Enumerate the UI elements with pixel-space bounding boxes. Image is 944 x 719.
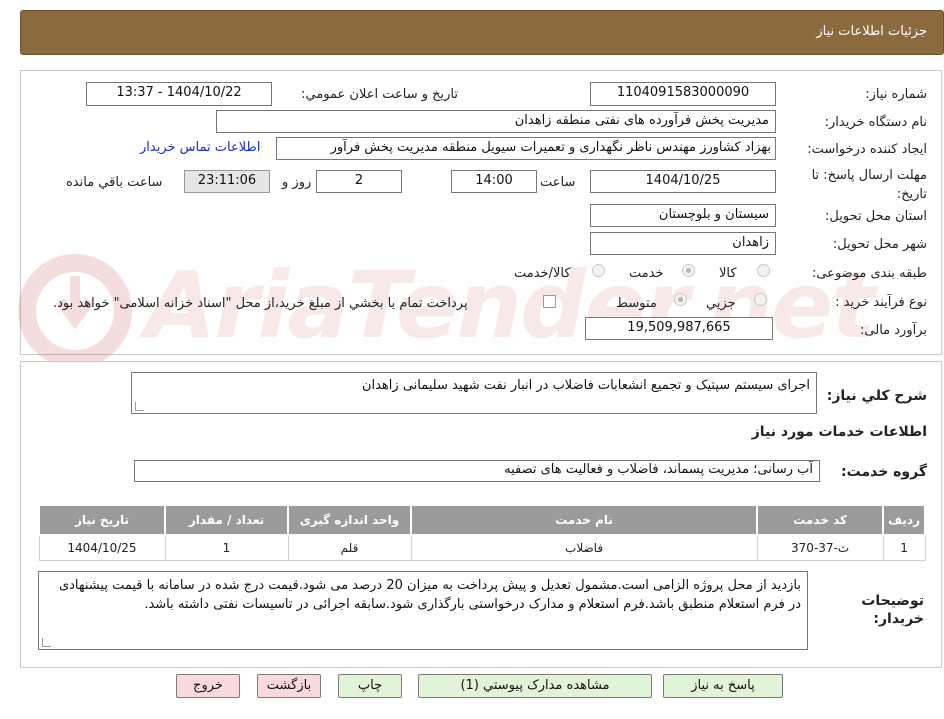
city-label: شهر محل تحويل: <box>832 237 927 252</box>
summary-text: اجرای سیستم سپتیک و تجمیع انشعابات فاضلا… <box>361 378 810 393</box>
need-number-label: شماره نیاز: <box>865 87 927 102</box>
services-section-title: اطلاعات خدمات مورد نياز <box>751 424 927 440</box>
budget-label: برآورد مالی: <box>860 323 927 338</box>
process-radio-medium[interactable] <box>674 293 687 306</box>
col-row-header: رديف <box>882 504 926 536</box>
time-remaining-field: 23:11:06 <box>184 170 270 193</box>
page-header: جزئیات اطلاعات نیاز <box>20 10 944 55</box>
buyer-org-field: مديريت پخش فرآورده هاى نفتى منطقه زاهدان <box>216 110 776 133</box>
city-field: زاهدان <box>590 232 776 255</box>
services-table: رديف کد خدمت نام خدمت واحد اندازه گيری ت… <box>38 504 926 561</box>
deadline-time-label: ساعت <box>540 175 576 190</box>
cell-name: فاضلاب <box>410 534 758 561</box>
category-radio-service[interactable] <box>682 264 695 277</box>
category-option-goods-service: کالا/خدمت <box>514 266 571 281</box>
category-label: طبقه بندی موضوعی: <box>811 266 927 281</box>
col-unit-header: واحد اندازه گيری <box>287 504 412 536</box>
col-code-header: کد خدمت <box>756 504 885 536</box>
deadline-time-field: 14:00 <box>451 170 537 193</box>
time-remaining-label: ساعت باقي مانده <box>66 175 163 190</box>
service-group-label: گروه خدمت: <box>841 464 927 480</box>
category-radio-goods[interactable] <box>757 264 770 277</box>
payment-note: پرداخت تمام يا بخشي از مبلغ خريد،از محل … <box>53 296 468 311</box>
summary-label: شرح کلي نياز: <box>826 388 927 404</box>
buyer-org-label: نام دستگاه خريدار: <box>824 115 927 130</box>
announce-field: 1404/10/22 - 13:37 <box>86 82 272 106</box>
category-radio-goods-service[interactable] <box>592 264 605 277</box>
buyer-contact-link[interactable]: اطلاعات تماس خريدار <box>140 140 260 155</box>
process-option-minor: جزيي <box>706 296 736 311</box>
exit-button[interactable]: خروج <box>176 674 240 698</box>
cell-unit: قلم <box>287 534 412 561</box>
province-field: سیستان و بلوچستان <box>590 204 776 227</box>
days-remaining-field: 2 <box>316 170 402 193</box>
category-option-service: خدمت <box>629 266 664 281</box>
process-radio-minor[interactable] <box>754 293 767 306</box>
cell-qty: 1 <box>164 534 289 561</box>
reply-button[interactable]: پاسخ به نياز <box>663 674 783 698</box>
budget-field: 19,509,987,665 <box>585 317 773 340</box>
table-header-row: رديف کد خدمت نام خدمت واحد اندازه گيری ت… <box>38 504 926 536</box>
need-number-field: 1104091583000090 <box>590 82 776 106</box>
col-qty-header: تعداد / مقدار <box>164 504 289 536</box>
process-option-medium: متوسط <box>616 296 657 311</box>
resize-grip-icon[interactable] <box>42 638 51 647</box>
province-label: استان محل تحويل: <box>825 209 927 224</box>
col-name-header: نام خدمت <box>409 504 759 536</box>
col-date-header: تاريخ نياز <box>38 504 166 536</box>
deadline-date-field: 1404/10/25 <box>590 170 776 193</box>
page-title: جزئیات اطلاعات نیاز <box>816 24 927 39</box>
treasury-bonds-checkbox[interactable] <box>543 295 556 308</box>
print-button[interactable]: چاپ <box>338 674 402 698</box>
summary-textarea[interactable]: اجرای سیستم سپتیک و تجمیع انشعابات فاضلا… <box>131 372 817 414</box>
back-button[interactable]: بازگشت <box>257 674 321 698</box>
category-option-goods: کالا <box>719 266 737 281</box>
buyer-notes-textarea[interactable]: بازدید از محل پروژه الزامی است.مشمول تعد… <box>38 571 808 650</box>
cell-code: ث-37-370 <box>756 534 884 561</box>
creator-field: بهزاد کشاورز مهندس ناظر نگهداری و تعمیرا… <box>276 137 776 160</box>
service-group-field: آب رسانی؛ مديريت پسماند، فاضلاب و فعاليت… <box>134 460 820 482</box>
buyer-notes-label: توضيحات خريدار: <box>861 593 924 627</box>
cell-date: 1404/10/25 <box>38 534 166 561</box>
deadline-label: مهلت ارسال پاسخ: تا تاريخ: <box>811 168 927 202</box>
view-attachments-button[interactable]: مشاهده مدارک پيوستي (1) <box>418 674 652 698</box>
cell-row: 1 <box>882 534 926 561</box>
announce-label: تاریخ و ساعت اعلان عمومي: <box>301 87 458 102</box>
table-row: 1 ث-37-370 فاضلاب قلم 1 1404/10/25 <box>38 534 926 561</box>
buyer-notes-text: بازدید از محل پروژه الزامی است.مشمول تعد… <box>58 578 801 612</box>
creator-label: ايجاد کننده درخواست: <box>807 142 927 157</box>
resize-grip-icon[interactable] <box>135 402 144 411</box>
days-label: روز و <box>282 175 312 190</box>
process-label: نوع فرآيند خريد : <box>835 295 927 310</box>
